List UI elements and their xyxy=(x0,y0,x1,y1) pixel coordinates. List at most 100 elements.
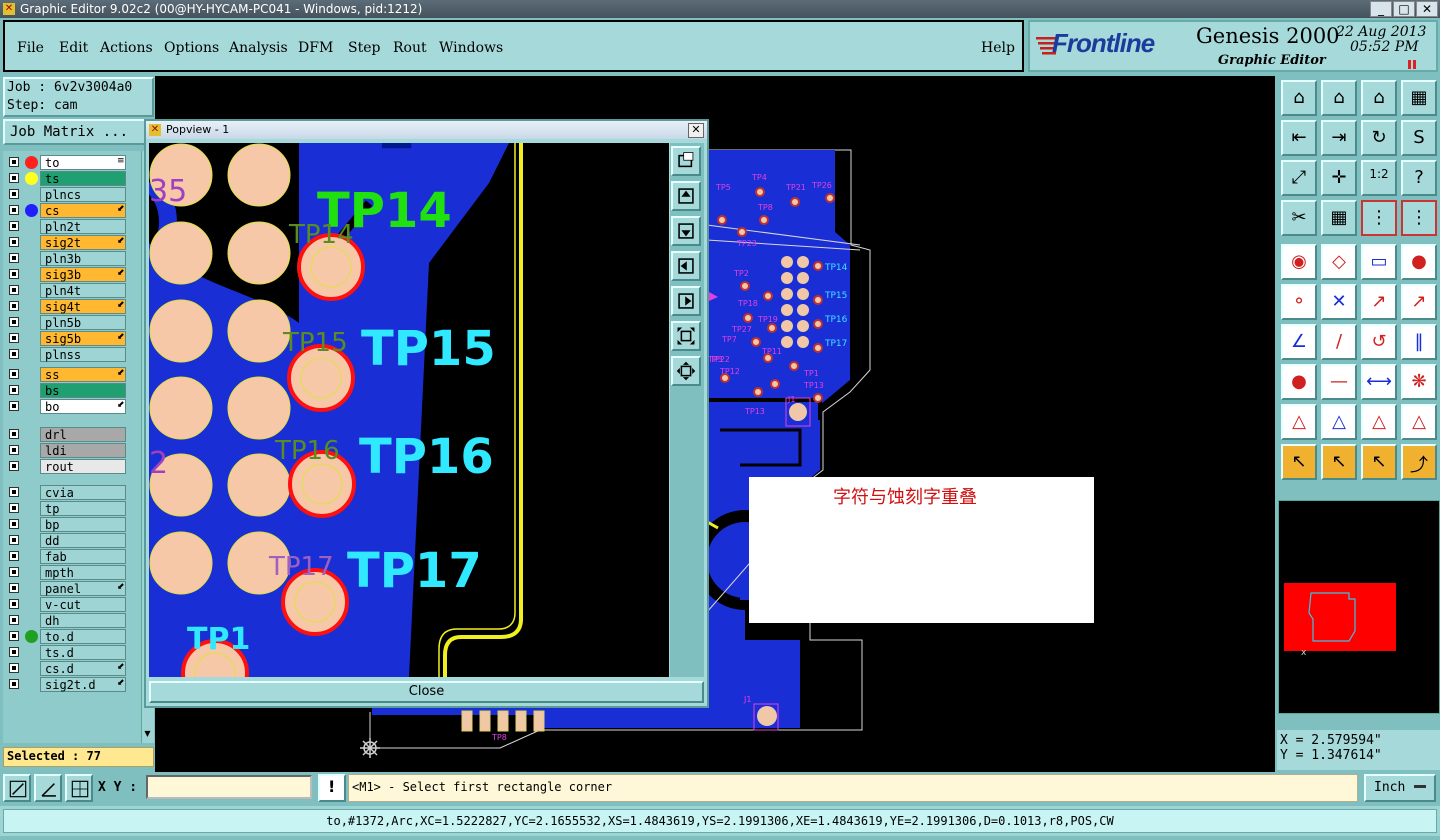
menu-analysis[interactable]: Analysis xyxy=(229,40,288,56)
layer-name[interactable]: sig2t.d xyxy=(40,677,126,692)
popview-close-icon[interactable]: ✕ xyxy=(688,123,704,138)
measure-icon[interactable]: ⟷ xyxy=(1361,364,1397,400)
layer-name[interactable]: pln4t xyxy=(40,283,126,298)
layer-row-ts[interactable]: ts xyxy=(7,171,127,187)
tools-icon[interactable]: ✂ xyxy=(1281,200,1317,236)
s-curve-icon[interactable]: S xyxy=(1401,120,1437,156)
line-slope-icon[interactable]: / xyxy=(1321,324,1357,360)
mirror-icon[interactable]: ‖ xyxy=(1401,324,1437,360)
layer-checkbox[interactable] xyxy=(9,253,19,263)
layer-row-dd[interactable]: dd xyxy=(7,533,127,549)
layer-row-dh[interactable]: dh xyxy=(7,613,127,629)
popview-pan-down-icon[interactable] xyxy=(671,216,701,246)
menu-dfm[interactable]: DFM xyxy=(298,40,333,56)
layer-row-pln3b[interactable]: pln3b xyxy=(7,251,127,267)
popview-zoom-icon[interactable] xyxy=(671,146,701,176)
cluster-icon[interactable]: ❋ xyxy=(1401,364,1437,400)
layer-row-rout[interactable]: rout xyxy=(7,459,127,475)
layer-row-cs-d[interactable]: cs.d ⬋ xyxy=(7,661,127,677)
popview-canvas[interactable]: PB0682A V0XP0 TP14 TP15 TP16 TP17 TP1 TP… xyxy=(149,143,669,677)
layer-row-pln2t[interactable]: pln2t xyxy=(7,219,127,235)
layer-row-bp[interactable]: bp xyxy=(7,517,127,533)
layer-checkbox[interactable] xyxy=(9,189,19,199)
move-pad-2-icon[interactable]: ↗ xyxy=(1401,284,1437,320)
layer-checkbox[interactable] xyxy=(9,157,19,167)
popview-close-button[interactable]: Close xyxy=(149,681,704,703)
layer-name[interactable]: sig2t xyxy=(40,235,126,250)
home-down-icon[interactable]: ⌂ xyxy=(1321,80,1357,116)
layer-checkbox[interactable] xyxy=(9,599,19,609)
layer-name[interactable]: tp xyxy=(40,501,126,516)
add-shape-icon[interactable]: ◇ xyxy=(1321,244,1357,280)
menu-options[interactable]: Options xyxy=(164,40,219,56)
layer-name[interactable]: pln3b xyxy=(40,251,126,266)
snap-icon[interactable] xyxy=(3,774,31,802)
layer-row-v-cut[interactable]: v-cut xyxy=(7,597,127,613)
layer-name[interactable]: ts xyxy=(40,171,126,186)
alert-icon[interactable]: ! xyxy=(318,774,346,802)
layer-row-panel[interactable]: panel ⬋ xyxy=(7,581,127,597)
connect-pads-icon[interactable]: ⚬ xyxy=(1281,284,1317,320)
layer-name[interactable]: cs.d xyxy=(40,661,126,676)
close-window-button[interactable]: ✕ xyxy=(1416,1,1438,17)
layer-name[interactable]: cvia xyxy=(40,485,126,500)
layer-row-cvia[interactable]: cvia xyxy=(7,485,127,501)
rotate-icon[interactable]: ↺ xyxy=(1361,324,1397,360)
arrow-in-left-icon[interactable]: ⇤ xyxy=(1281,120,1317,156)
layer-checkbox[interactable] xyxy=(9,679,19,689)
layer-name[interactable]: dd xyxy=(40,533,126,548)
popview-fit-icon[interactable] xyxy=(671,321,701,351)
maximize-button[interactable]: □ xyxy=(1393,1,1415,17)
layer-name[interactable]: pln2t xyxy=(40,219,126,234)
pointer-icon[interactable]: ↖ xyxy=(1281,444,1317,480)
scale-1-2-icon[interactable]: 1:2 xyxy=(1361,160,1397,196)
grid-icon[interactable]: ▦ xyxy=(1321,200,1357,236)
layer-checkbox[interactable] xyxy=(9,221,19,231)
layer-checkbox[interactable] xyxy=(9,173,19,183)
layer-checkbox[interactable] xyxy=(9,551,19,561)
popview-center-icon[interactable] xyxy=(671,356,701,386)
layer-name[interactable]: ss xyxy=(40,367,126,382)
layer-checkbox[interactable] xyxy=(9,663,19,673)
pointer-gold-icon[interactable]: ↖ xyxy=(1361,444,1397,480)
triangle-3-icon[interactable]: △ xyxy=(1361,404,1397,440)
scroll-down-icon[interactable]: ▼ xyxy=(143,729,152,739)
home-up-icon[interactable]: ⌂ xyxy=(1281,80,1317,116)
line-angle-icon[interactable]: ∠ xyxy=(1281,324,1317,360)
layer-checkbox[interactable] xyxy=(9,333,19,343)
layer-name[interactable]: rout xyxy=(40,459,126,474)
layer-row-sig4t[interactable]: sig4t ⬋ xyxy=(7,299,127,315)
layer-checkbox[interactable] xyxy=(9,615,19,625)
triangle-4-icon[interactable]: △ xyxy=(1401,404,1437,440)
zoom-center-icon[interactable]: ✛ xyxy=(1321,160,1357,196)
layout-icon[interactable]: ▦ xyxy=(1401,80,1437,116)
layer-name[interactable]: v-cut xyxy=(40,597,126,612)
layer-checkbox[interactable] xyxy=(9,445,19,455)
pointer-selected-icon[interactable]: ↖ xyxy=(1321,444,1357,480)
layer-checkbox[interactable] xyxy=(9,487,19,497)
layer-row-pln4t[interactable]: pln4t xyxy=(7,283,127,299)
layer-row-ss[interactable]: ss ⬋ xyxy=(7,367,127,383)
layer-checkbox[interactable] xyxy=(9,349,19,359)
menu-rout[interactable]: Rout xyxy=(393,40,427,56)
layer-name[interactable]: ldi xyxy=(40,443,126,458)
job-matrix-button[interactable]: Job Matrix ... xyxy=(3,119,154,145)
layer-row-sig5b[interactable]: sig5b ⬋ xyxy=(7,331,127,347)
layer-row-sig2t-d[interactable]: sig2t.d ⬋ xyxy=(7,677,127,693)
layer-row-to[interactable]: to ≡ xyxy=(7,155,127,171)
layer-row-drl[interactable]: drl xyxy=(7,427,127,443)
layer-name[interactable]: cs xyxy=(40,203,126,218)
layer-name[interactable]: sig3b xyxy=(40,267,126,282)
traffic-light-selected-icon[interactable]: ⋮ xyxy=(1401,200,1437,236)
circle-pad-icon[interactable]: ● xyxy=(1401,244,1437,280)
layer-row-mpth[interactable]: mpth xyxy=(7,565,127,581)
layer-row-ts-d[interactable]: ts.d xyxy=(7,645,127,661)
add-pad-icon[interactable]: ◉ xyxy=(1281,244,1317,280)
layer-checkbox[interactable] xyxy=(9,237,19,247)
arrow-in-right-icon[interactable]: ⇥ xyxy=(1321,120,1357,156)
layer-name[interactable]: bs xyxy=(40,383,126,398)
layer-name[interactable]: ts.d xyxy=(40,645,126,660)
layer-checkbox[interactable] xyxy=(9,647,19,657)
xy-input[interactable] xyxy=(146,775,312,799)
layer-row-pln5b[interactable]: pln5b xyxy=(7,315,127,331)
